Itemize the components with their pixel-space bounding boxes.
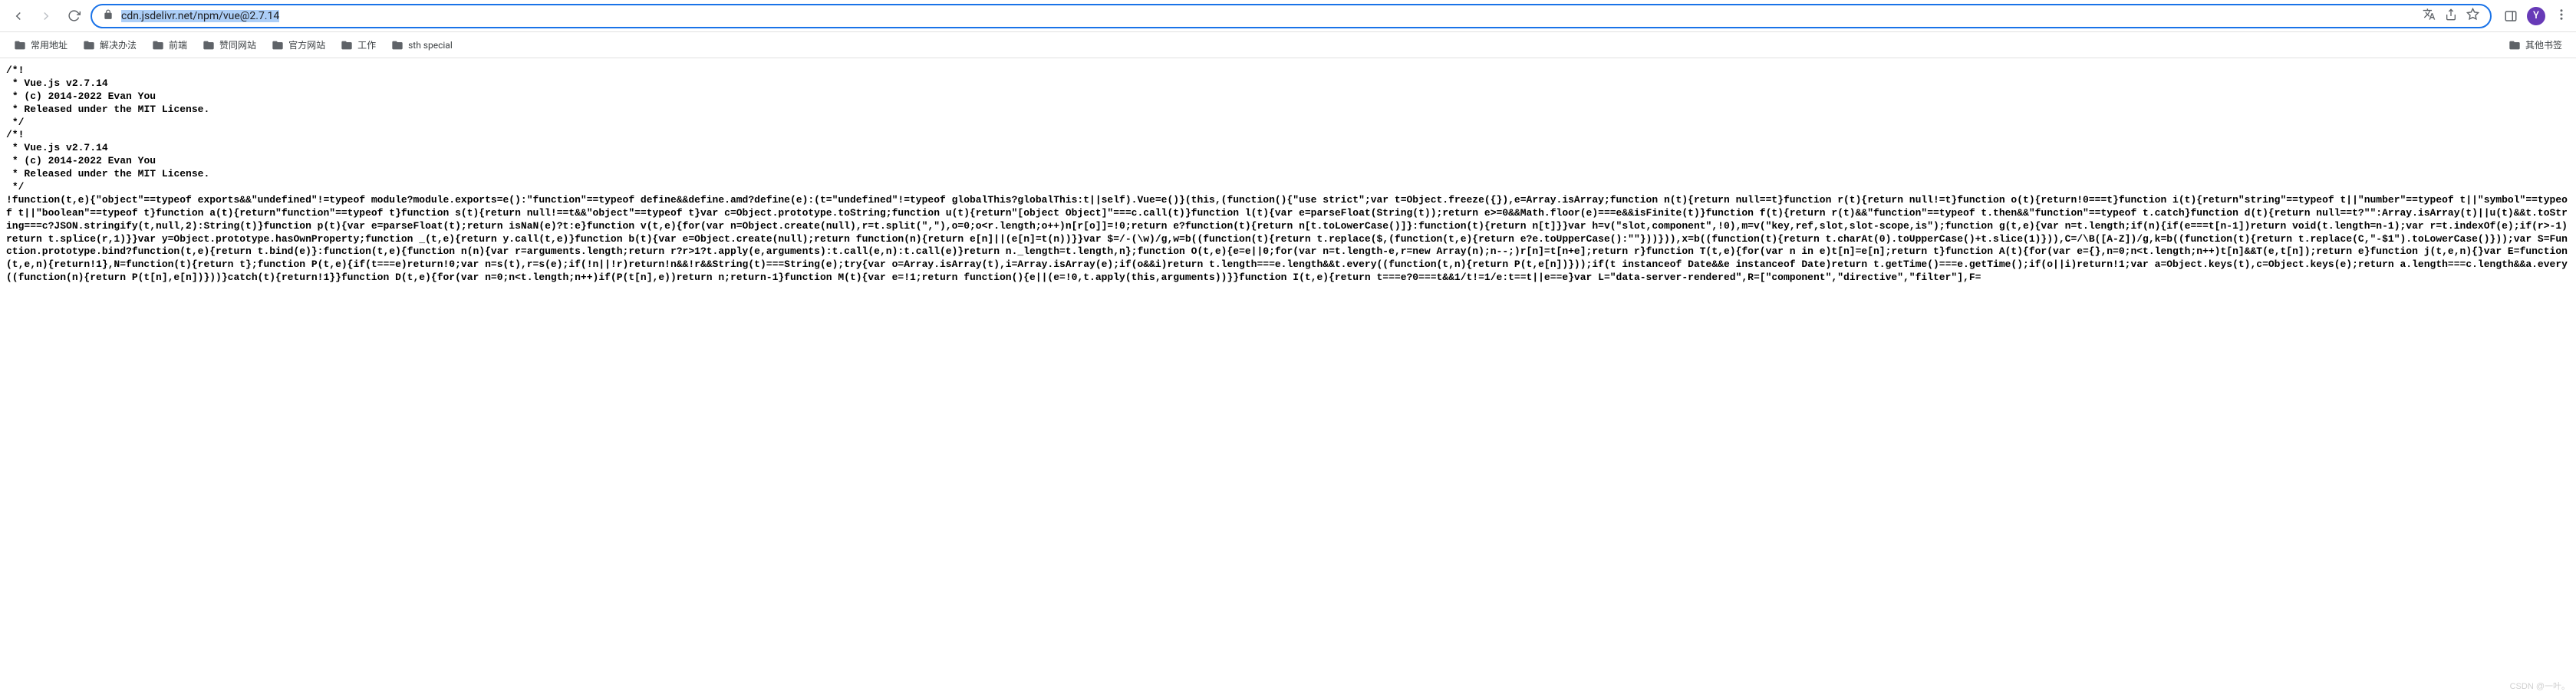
address-bar[interactable]: cdn.jsdelivr.net/npm/vue@2.7.14 xyxy=(91,4,2492,28)
bookmark-label: 官方网站 xyxy=(288,38,325,51)
bookmark-label: 工作 xyxy=(357,38,376,51)
bookmark-label: 赞同网站 xyxy=(219,38,256,51)
folder-icon xyxy=(341,39,353,51)
folder-icon xyxy=(391,39,404,51)
translate-icon[interactable] xyxy=(2423,8,2436,24)
folder-icon xyxy=(2508,39,2521,51)
url-text: cdn.jsdelivr.net/npm/vue@2.7.14 xyxy=(121,10,2415,22)
url-bar-actions xyxy=(2423,8,2479,24)
bookmark-folder[interactable]: 常用地址 xyxy=(8,35,74,54)
bookmark-folder[interactable]: 解决办法 xyxy=(77,35,143,54)
bookmark-folder[interactable]: 官方网站 xyxy=(265,35,331,54)
bookmark-star-icon[interactable] xyxy=(2466,8,2479,24)
bookmark-folder[interactable]: 赞同网站 xyxy=(196,35,262,54)
lock-icon xyxy=(103,8,114,23)
menu-button[interactable] xyxy=(2555,8,2568,25)
bookmark-label: 其他书签 xyxy=(2525,38,2562,51)
watermark: CSDN @一叶。 xyxy=(2510,680,2570,692)
bookmark-folder[interactable]: 工作 xyxy=(334,35,382,54)
folder-icon xyxy=(83,39,95,51)
share-icon[interactable] xyxy=(2445,8,2457,24)
profile-avatar[interactable]: Y xyxy=(2527,7,2545,25)
bookmark-label: sth special xyxy=(408,40,453,51)
bookmark-folder[interactable]: 前端 xyxy=(146,35,193,54)
bookmark-label: 解决办法 xyxy=(100,38,137,51)
folder-icon xyxy=(14,39,26,51)
bookmark-folder[interactable]: sth special xyxy=(385,36,459,54)
folder-icon xyxy=(203,39,215,51)
forward-button[interactable] xyxy=(35,5,57,27)
bookmarks-bar: 常用地址 解决办法 前端 赞同网站 官方网站 工作 sth special 其他… xyxy=(0,32,2576,58)
folder-icon xyxy=(152,39,164,51)
page-content: /*! * Vue.js v2.7.14 * (c) 2014-2022 Eva… xyxy=(0,58,2576,291)
side-panel-icon[interactable] xyxy=(2504,9,2518,23)
other-bookmarks[interactable]: 其他书签 xyxy=(2502,35,2568,54)
back-button[interactable] xyxy=(8,5,29,27)
toolbar-right: Y xyxy=(2498,7,2568,25)
folder-icon xyxy=(272,39,284,51)
reload-button[interactable] xyxy=(63,5,84,27)
browser-toolbar: cdn.jsdelivr.net/npm/vue@2.7.14 Y xyxy=(0,0,2576,32)
bookmark-label: 常用地址 xyxy=(31,38,68,51)
bookmark-label: 前端 xyxy=(169,38,187,51)
